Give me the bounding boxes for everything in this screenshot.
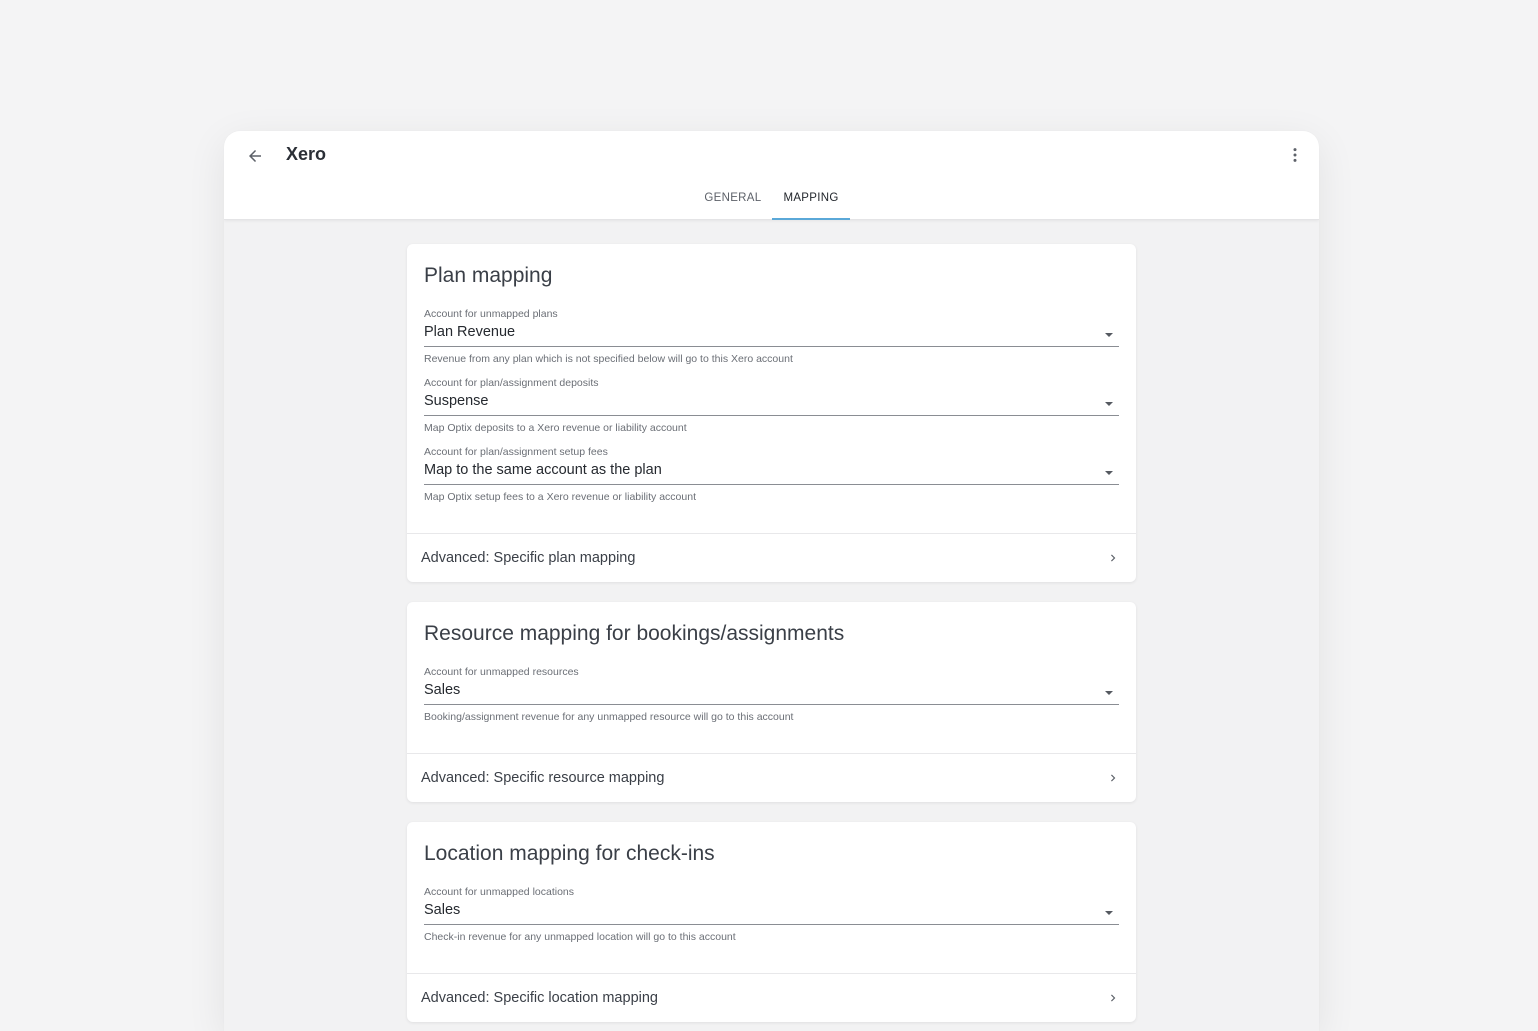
- tab-general[interactable]: GENERAL: [693, 181, 772, 220]
- chevron-right-icon: [1104, 549, 1122, 567]
- app-bar: Xero GENERAL MAPPING: [224, 131, 1319, 220]
- unmapped-plans-field: Account for unmapped plans Plan Revenue …: [424, 308, 1119, 365]
- advanced-label: Advanced: Specific resource mapping: [421, 770, 665, 786]
- setup-fees-field: Account for plan/assignment setup fees M…: [424, 446, 1119, 503]
- integration-window: Xero GENERAL MAPPING Plan mapping Accoun…: [224, 131, 1319, 1031]
- unmapped-locations-field: Account for unmapped locations Sales Che…: [424, 886, 1119, 943]
- caret-down-icon: [1105, 333, 1113, 337]
- helper-text: Revenue from any plan which is not speci…: [424, 353, 793, 365]
- back-button[interactable]: [242, 143, 268, 169]
- helper-text: Map Optix setup fees to a Xero revenue o…: [424, 491, 696, 503]
- location-mapping-card: Location mapping for check-ins Account f…: [407, 822, 1136, 1022]
- field-label: Account for plan/assignment setup fees: [424, 446, 608, 458]
- select-value: Map to the same account as the plan: [424, 462, 662, 478]
- deposits-field: Account for plan/assignment deposits Sus…: [424, 377, 1119, 434]
- resource-mapping-card: Resource mapping for bookings/assignment…: [407, 602, 1136, 802]
- advanced-plan-mapping-row[interactable]: Advanced: Specific plan mapping: [407, 533, 1136, 582]
- select-value: Sales: [424, 682, 461, 698]
- setup-fees-select[interactable]: Map to the same account as the plan: [424, 461, 1119, 485]
- tab-mapping[interactable]: MAPPING: [772, 181, 850, 220]
- helper-text: Booking/assignment revenue for any unmap…: [424, 711, 794, 723]
- caret-down-icon: [1105, 911, 1113, 915]
- chevron-right-icon: [1104, 769, 1122, 787]
- mapping-content: Plan mapping Account for unmapped plans …: [407, 244, 1136, 1031]
- select-value: Suspense: [424, 393, 489, 409]
- select-value: Sales: [424, 902, 461, 918]
- deposits-select[interactable]: Suspense: [424, 392, 1119, 416]
- field-label: Account for unmapped resources: [424, 666, 579, 678]
- caret-down-icon: [1105, 471, 1113, 475]
- more-vert-icon: [1293, 148, 1297, 162]
- page-title: Xero: [286, 144, 327, 164]
- chevron-right-icon: [1104, 989, 1122, 1007]
- field-label: Account for unmapped plans: [424, 308, 558, 320]
- more-options-button[interactable]: [1283, 143, 1307, 167]
- resource-mapping-title: Resource mapping for bookings/assignment…: [424, 622, 845, 645]
- plan-mapping-card: Plan mapping Account for unmapped plans …: [407, 244, 1136, 582]
- field-label: Account for plan/assignment deposits: [424, 377, 599, 389]
- field-label: Account for unmapped locations: [424, 886, 575, 898]
- unmapped-locations-select[interactable]: Sales: [424, 901, 1119, 925]
- location-mapping-title: Location mapping for check-ins: [424, 842, 715, 865]
- advanced-label: Advanced: Specific location mapping: [421, 990, 658, 1006]
- caret-down-icon: [1105, 691, 1113, 695]
- unmapped-resources-field: Account for unmapped resources Sales Boo…: [424, 666, 1119, 723]
- advanced-location-mapping-row[interactable]: Advanced: Specific location mapping: [407, 973, 1136, 1022]
- unmapped-resources-select[interactable]: Sales: [424, 681, 1119, 705]
- advanced-label: Advanced: Specific plan mapping: [421, 550, 636, 566]
- select-value: Plan Revenue: [424, 324, 516, 340]
- arrow-left-icon: [249, 150, 261, 162]
- advanced-resource-mapping-row[interactable]: Advanced: Specific resource mapping: [407, 753, 1136, 802]
- helper-text: Check-in revenue for any unmapped locati…: [424, 931, 736, 943]
- helper-text: Map Optix deposits to a Xero revenue or …: [424, 422, 687, 434]
- caret-down-icon: [1105, 402, 1113, 406]
- unmapped-plans-select[interactable]: Plan Revenue: [424, 323, 1119, 347]
- tab-bar: GENERAL MAPPING: [224, 181, 1319, 220]
- plan-mapping-title: Plan mapping: [424, 264, 553, 287]
